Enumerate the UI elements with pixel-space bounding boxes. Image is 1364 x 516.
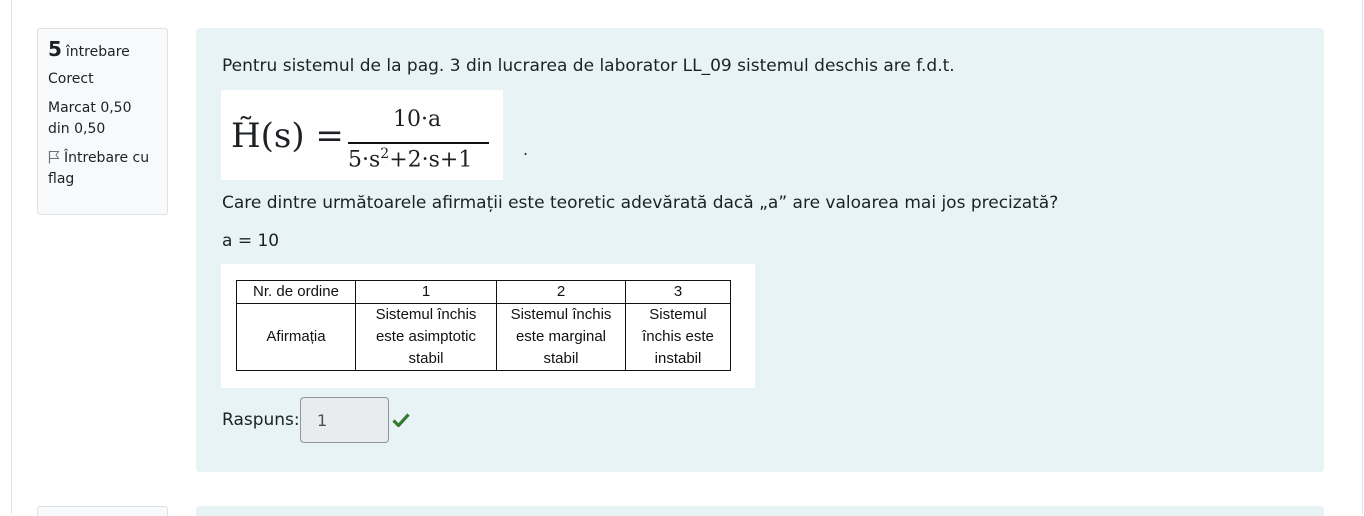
question-number-value: 5 [48, 37, 62, 61]
formula-denominator: 5·s2+2·s+1 [348, 146, 472, 172]
table-header-cell: 2 [496, 280, 626, 304]
flag-label: Întrebare cu flag [48, 150, 150, 187]
question-state: Corect [48, 71, 94, 87]
question-number-label: întrebare [65, 44, 130, 60]
flag-question-button[interactable]: Întrebare cu flag [48, 148, 157, 190]
table-row-label: Afirmația [236, 303, 356, 371]
statements-table: Nr. de ordine 1 2 3 Afirmația Sistemul î… [236, 280, 731, 371]
denominator-rest: +2·s+1 [389, 147, 473, 173]
fraction-bar [348, 142, 489, 144]
transfer-function-formula: H̃(s) = 10·a 5·s2+2·s+1 . [221, 90, 528, 180]
question-info-panel: 5 întrebare Corect Marcat 0,50 din 0,50 Î… [37, 28, 168, 215]
question-grade: Marcat 0,50 din 0,50 [48, 100, 132, 137]
table-row: Afirmația Sistemul închis este asimptotic… [236, 303, 731, 371]
table-cell: Sistemul închis este instabil [625, 303, 731, 371]
table-cell: Sistemul închis este marginal stabil [496, 303, 626, 371]
check-icon [392, 413, 410, 428]
question-value: a = 10 [222, 231, 280, 251]
formula-lhs: H̃(s) = [231, 116, 344, 156]
statements-table-image: Nr. de ordine 1 2 3 Afirmația Sistemul î… [221, 264, 755, 388]
table-header-row: Nr. de ordine 1 2 3 [236, 280, 731, 304]
answer-label: Raspuns: [222, 410, 300, 430]
question-content: Pentru sistemul de la pag. 3 din lucrare… [196, 28, 1324, 472]
formula-trailing: . [523, 140, 529, 159]
question-prompt: Care dintre următoarele afirmații este t… [222, 193, 1059, 213]
flag-icon [48, 151, 60, 164]
next-question-content [196, 506, 1324, 516]
denominator-exponent: 2 [380, 146, 390, 162]
answer-input[interactable] [300, 397, 389, 443]
formula-numerator: 10·a [393, 107, 442, 132]
table-header-cell: Nr. de ordine [236, 280, 356, 304]
table-header-cell: 1 [355, 280, 497, 304]
next-question-info-panel [37, 506, 168, 516]
question-intro: Pentru sistemul de la pag. 3 din lucrare… [222, 56, 955, 76]
question-number: 5 întrebare [48, 37, 157, 61]
table-cell: Sistemul închis este asimptotic stabil [355, 303, 497, 371]
denominator-base: 5·s [348, 147, 381, 173]
table-header-cell: 3 [625, 280, 731, 304]
